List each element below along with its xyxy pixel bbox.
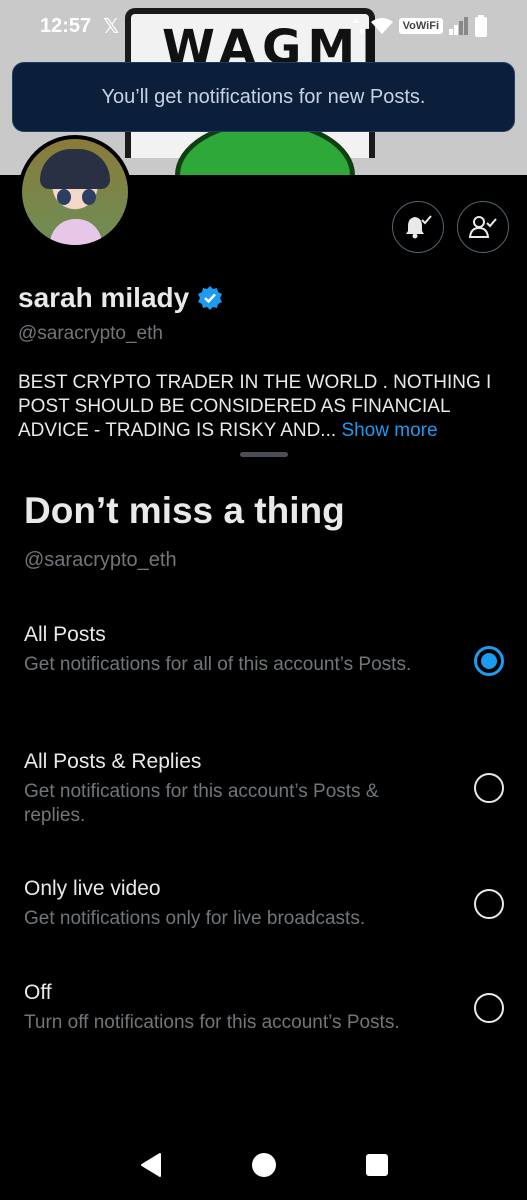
option-title: All Posts & Replies: [24, 750, 202, 773]
radio-all-posts[interactable]: [474, 646, 504, 676]
sheet-drag-handle[interactable]: [240, 452, 288, 457]
avatar-hair: [40, 149, 110, 189]
status-bar: 12:57 𝕏 VoWiFi: [0, 0, 527, 52]
bell-check-icon: [406, 215, 432, 239]
verified-badge-icon[interactable]: [197, 285, 223, 311]
profile-bio: BEST CRYPTO TRADER IN THE WORLD . NOTHIN…: [18, 371, 508, 443]
profile-name-row: sarah milady: [18, 282, 223, 314]
signal-icon: [449, 17, 468, 35]
x-logo-icon: 𝕏: [103, 15, 120, 38]
show-more-link[interactable]: Show more: [341, 420, 437, 441]
radio-off[interactable]: [474, 993, 504, 1023]
data-arrows-icon: [352, 18, 365, 34]
option-description: Turn off notifications for this account’…: [24, 1012, 400, 1033]
sheet-handle: @saracrypto_eth: [24, 549, 177, 571]
following-button[interactable]: [457, 201, 509, 253]
option-title: Off: [24, 981, 52, 1004]
person-check-icon: [468, 216, 497, 238]
notification-toast: You’ll get notifications for new Posts.: [12, 62, 515, 132]
sheet-title: Don’t miss a thing: [24, 490, 345, 531]
option-description: Get notifications for all of this accoun…: [24, 654, 412, 675]
wifi-icon: [370, 18, 393, 34]
vowifi-badge: VoWiFi: [398, 18, 443, 34]
recents-square-icon[interactable]: [365, 1153, 389, 1177]
status-time: 12:57: [40, 14, 92, 37]
status-icons: VoWiFi: [352, 15, 487, 37]
battery-icon: [475, 15, 487, 37]
avatar-eye: [82, 189, 96, 205]
avatar-eye: [57, 189, 71, 205]
toast-message: You’ll get notifications for new Posts.: [101, 85, 426, 108]
radio-only-live-video[interactable]: [474, 889, 504, 919]
home-circle-icon[interactable]: [250, 1151, 278, 1179]
option-title: All Posts: [24, 623, 106, 646]
avatar[interactable]: [18, 135, 132, 249]
screen: WAGMI 12:57 𝕏 VoWiFi You’ll get notifica…: [0, 0, 527, 1200]
option-description: Get notifications only for live broadcas…: [24, 908, 366, 929]
option-title: Only live video: [24, 877, 161, 900]
back-triangle-icon[interactable]: [138, 1152, 164, 1178]
radio-all-posts-replies[interactable]: [474, 773, 504, 803]
option-description: Get notifications for this account’s Pos…: [24, 781, 379, 826]
display-name: sarah milady: [18, 282, 190, 313]
avatar-dress: [50, 219, 102, 245]
notifications-button[interactable]: [392, 201, 444, 253]
profile-handle: @saracrypto_eth: [18, 323, 163, 344]
system-nav-bar: [0, 1130, 527, 1200]
